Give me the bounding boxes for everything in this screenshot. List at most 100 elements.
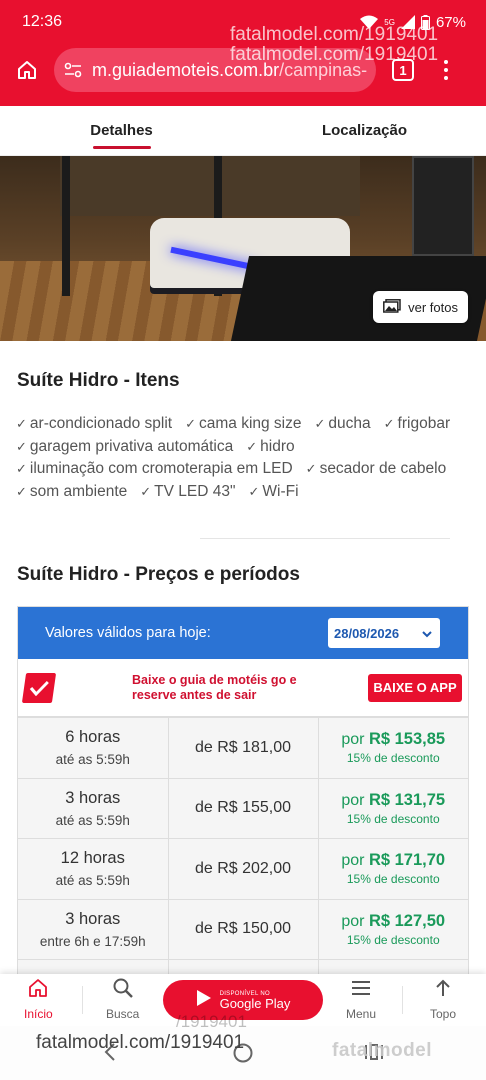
- tab-location[interactable]: Localização: [243, 106, 486, 155]
- valid-label: Valores válidos para hoje:: [45, 625, 211, 641]
- app-banner-text: Baixe o guia de motéis go e reserve ante…: [132, 672, 297, 702]
- app-banner: Baixe o guia de motéis go e reserve ante…: [18, 659, 468, 717]
- prices-title: Suíte Hidro - Preços e períodos: [17, 564, 300, 585]
- nav-menu[interactable]: Menu: [346, 976, 376, 1024]
- check-icon: ✓: [248, 483, 260, 499]
- page-tabs: Detalhes Localização: [0, 106, 486, 156]
- chevron-down-icon: [422, 626, 432, 641]
- original-price: de R$ 155,00: [194, 799, 292, 817]
- discount-price-cell: por R$ 131,75 15% de desconto: [318, 777, 468, 839]
- amenities-list: ✓ ar-condicionado split ✓ cama king size ✓ du…: [16, 413, 476, 503]
- site-settings-icon[interactable]: [64, 62, 82, 78]
- brand-watermark: fatalmodel: [332, 1040, 433, 1061]
- price-row: 6 horas até as 5:59h de R$ 181,00 por R$ 15…: [18, 717, 468, 778]
- original-price: de R$ 202,00: [194, 859, 292, 877]
- por-label: por: [341, 791, 365, 809]
- amenity-label: iluminação com cromoterapia em LED: [29, 460, 293, 478]
- watermark-text: fatalmodel.com/1919401: [230, 24, 439, 45]
- check-icon: ✓: [383, 416, 395, 431]
- amenity-label: som ambiente: [29, 482, 128, 500]
- discount-price: R$ 171,70: [368, 851, 446, 870]
- home-icon: [27, 977, 49, 1002]
- check-icon: ✓: [16, 483, 27, 499]
- period-cell: 12 horas até as 5:59h: [18, 838, 169, 899]
- check-icon: ✓: [314, 416, 326, 431]
- amenity-label: hidro: [260, 437, 295, 455]
- view-photos-label: ver fotos: [408, 299, 458, 315]
- tab-details[interactable]: Detalhes: [0, 106, 243, 155]
- watermark-text: fatalmodel.com/1919401: [36, 1032, 245, 1053]
- watermark-text: /1919401: [176, 1012, 247, 1031]
- period-cell: 3 horas até as 5:59h: [18, 777, 169, 839]
- date-value: 28/08/2026: [334, 625, 400, 641]
- price-row: 3 horas entre 6h e 17:59h de R$ 150,00 por …: [18, 898, 468, 960]
- por-label: por: [341, 731, 365, 749]
- check-icon: ✓: [305, 461, 317, 477]
- period-hours: 6 horas: [65, 728, 121, 747]
- menu-icon: [350, 977, 372, 1002]
- nav-separator: [82, 986, 83, 1014]
- discount-price-cell: por R$ 153,85 15% de desconto: [318, 717, 468, 778]
- date-select[interactable]: 28/08/2026: [328, 618, 440, 648]
- photo-fridge: [412, 156, 474, 256]
- period-cell: 3 horas entre 6h e 17:59h: [18, 898, 169, 960]
- discount-label: 15% de desconto: [346, 751, 440, 766]
- amenity-label: Wi-Fi: [262, 482, 299, 500]
- period-window: até as 5:59h: [55, 812, 130, 828]
- check-icon: ✓: [16, 438, 27, 454]
- photo-wall: [60, 156, 360, 216]
- amenity-item: ✓ cama king size: [185, 413, 301, 436]
- gplay-label: Google Play: [219, 995, 291, 1011]
- photo-post: [62, 156, 70, 296]
- check-icon: ✓: [185, 416, 196, 431]
- amenity-item: ✓ iluminação com cromoterapia em LED: [16, 458, 293, 481]
- section-divider: [200, 538, 450, 539]
- period-hours: 12 horas: [60, 849, 125, 868]
- status-time: 12:36: [22, 13, 63, 30]
- period-hours: 3 horas: [65, 788, 121, 807]
- amenity-item: ✓ ar-condicionado split: [16, 413, 172, 436]
- download-app-button[interactable]: BAIXE O APP: [368, 673, 462, 702]
- period-window: entre 6h e 17:59h: [39, 933, 146, 949]
- nav-top-label: Topo: [430, 1007, 457, 1021]
- price-header: Valores válidos para hoje: 28/08/2026: [18, 607, 468, 659]
- nav-separator: [402, 986, 403, 1014]
- por-label: por: [341, 852, 365, 870]
- google-play-text: DISPONÍVEL NO Google Play: [220, 991, 291, 1010]
- amenity-item: ✓ som ambiente: [16, 481, 127, 504]
- period-window: até as 5:59h: [55, 873, 130, 889]
- amenity-item: ✓ secador de cabelo: [306, 458, 447, 481]
- discount-label: 15% de desconto: [346, 932, 440, 947]
- gallery-icon: [383, 298, 401, 316]
- discount-price-cell: por R$ 127,50 15% de desconto: [318, 898, 468, 960]
- por-label: por: [341, 912, 365, 930]
- nav-top[interactable]: Topo: [430, 976, 456, 1024]
- amenity-item: ✓ ducha: [315, 413, 371, 436]
- original-price-cell: de R$ 150,00: [168, 898, 319, 960]
- amenity-item: ✓ Wi-Fi: [249, 481, 299, 504]
- amenity-label: cama king size: [198, 415, 302, 432]
- nav-home[interactable]: Início: [24, 976, 53, 1024]
- price-row: 12 horas até as 5:59h de R$ 202,00 por R$ 1…: [18, 838, 468, 899]
- check-icon: ✓: [16, 416, 27, 431]
- amenity-item: ✓ TV LED 43": [140, 481, 235, 504]
- app-logo-icon: [21, 672, 57, 703]
- check-icon: ✓: [246, 438, 258, 454]
- amenity-item: ✓ garagem privativa automática: [16, 436, 233, 459]
- check-icon: ✓: [140, 483, 152, 499]
- discount-price: R$ 131,75: [368, 790, 446, 809]
- battery-level: 67%: [435, 13, 466, 31]
- original-price: de R$ 181,00: [194, 738, 292, 756]
- watermark-text: fatalmodel.com/1919401: [230, 44, 439, 65]
- home-icon[interactable]: [12, 55, 42, 85]
- view-photos-button[interactable]: ver fotos: [373, 291, 468, 323]
- more-options-icon[interactable]: [436, 60, 456, 80]
- suite-photo[interactable]: ver fotos: [0, 156, 486, 341]
- discount-label: 15% de desconto: [346, 811, 440, 826]
- amenity-label: ducha: [328, 415, 371, 432]
- check-icon: ✓: [16, 461, 27, 477]
- amenity-item: ✓ frigobar: [384, 413, 450, 436]
- nav-search[interactable]: Busca: [106, 976, 139, 1024]
- nav-menu-label: Menu: [346, 1007, 377, 1021]
- discount-price: R$ 127,50: [368, 911, 446, 930]
